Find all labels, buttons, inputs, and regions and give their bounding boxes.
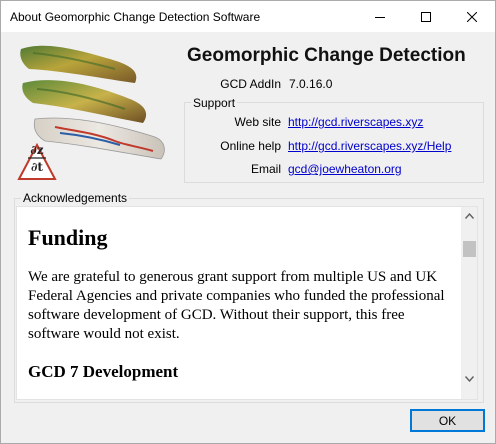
gcd7-development-heading: GCD 7 Development [28,362,179,381]
maximize-icon [421,11,431,22]
close-icon [467,11,477,22]
maximize-button[interactable] [403,1,449,32]
website-link[interactable]: http://gcd.riverscapes.xyz [288,115,423,129]
scroll-down-arrow-icon [465,375,474,382]
scroll-down-button[interactable] [461,370,477,387]
vertical-scrollbar[interactable] [461,207,477,399]
minimize-button[interactable] [357,1,403,32]
website-label: Web site [234,115,281,129]
email-link[interactable]: gcd@joewheaton.org [288,162,402,176]
ok-button[interactable]: OK [410,409,485,432]
app-name-heading: Geomorphic Change Detection [187,45,466,66]
scroll-up-arrow-icon [465,212,474,219]
acknowledgements-group-title: Acknowledgements [21,191,130,205]
scrollbar-thumb[interactable] [463,241,476,257]
support-group-title: Support [191,96,238,110]
version-label: GCD AddIn [220,77,281,91]
online-help-link[interactable]: http://gcd.riverscapes.xyz/Help [288,139,451,153]
online-help-label: Online help [220,139,281,153]
gcd-logo-image: ∂z ∂t [17,45,165,180]
logo-formula-bottom: ∂t [31,160,43,174]
email-label: Email [250,162,281,176]
version-value: 7.0.16.0 [289,77,333,91]
title-bar[interactable]: About Geomorphic Change Detection Softwa… [1,1,495,32]
minimize-icon [375,16,385,18]
funding-paragraph: We are grateful to generous grant suppor… [28,269,445,342]
logo-formula-top: ∂z [30,143,43,157]
acknowledgements-browser[interactable]: Funding We are grateful to generous gran… [16,206,478,400]
scroll-up-button[interactable] [461,207,477,224]
window-title: About Geomorphic Change Detection Softwa… [10,10,261,24]
close-button[interactable] [449,1,495,32]
acknowledgements-content: Funding We are grateful to generous gran… [28,225,458,383]
funding-heading: Funding [28,225,108,250]
about-dialog: About Geomorphic Change Detection Softwa… [0,0,496,444]
